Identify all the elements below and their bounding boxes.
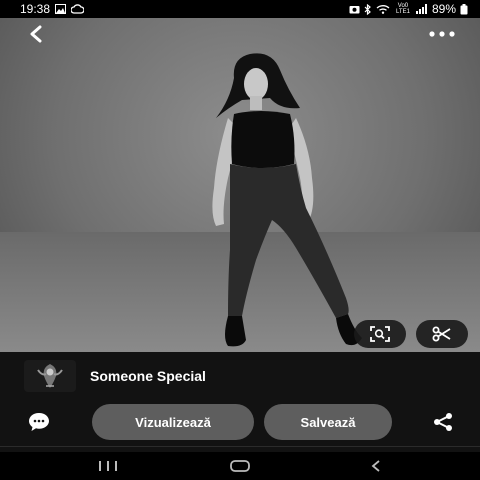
recent-apps-icon[interactable] bbox=[88, 456, 128, 476]
more-horizontal-icon[interactable] bbox=[426, 22, 458, 46]
system-nav-bar bbox=[0, 452, 480, 480]
avatar-logo bbox=[24, 360, 76, 392]
pin-photo[interactable] bbox=[0, 18, 480, 352]
top-bar bbox=[0, 18, 480, 50]
visual-search-icon bbox=[370, 326, 390, 342]
network-label: Vo0 LTE1 bbox=[396, 3, 410, 15]
status-left: 19:38 bbox=[20, 2, 85, 16]
image-icon bbox=[55, 4, 67, 14]
comment-icon[interactable] bbox=[24, 410, 54, 434]
home-icon[interactable] bbox=[220, 456, 260, 476]
cutout-button[interactable] bbox=[416, 320, 468, 348]
battery-icon bbox=[460, 3, 468, 15]
action-bar: Vizualizează Salvează bbox=[0, 404, 480, 440]
battery-percent: 89% bbox=[431, 2, 456, 16]
back-icon[interactable] bbox=[356, 456, 396, 476]
status-time: 19:38 bbox=[20, 2, 51, 16]
status-bar: 19:38 Vo0 LTE1 89% bbox=[0, 0, 480, 18]
cloud-icon bbox=[71, 4, 85, 14]
share-icon[interactable] bbox=[428, 410, 458, 434]
view-button[interactable]: Vizualizează bbox=[92, 404, 254, 440]
creator-row[interactable]: Someone Special bbox=[24, 360, 206, 392]
visual-search-button[interactable] bbox=[354, 320, 406, 348]
wifi-icon bbox=[376, 4, 390, 14]
creator-name[interactable]: Someone Special bbox=[90, 368, 206, 384]
bluetooth-icon bbox=[364, 3, 372, 15]
pin-details-panel: Someone Special Vizualizează Salvează bbox=[0, 352, 480, 452]
save-button[interactable]: Salvează bbox=[264, 404, 392, 440]
avatar[interactable] bbox=[24, 360, 76, 392]
camera-icon bbox=[349, 4, 360, 14]
model-figure bbox=[212, 53, 362, 347]
signal-icon bbox=[415, 4, 428, 14]
status-right: Vo0 LTE1 89% bbox=[349, 2, 468, 16]
scissors-icon bbox=[432, 326, 451, 342]
divider bbox=[0, 446, 480, 447]
chevron-left-icon[interactable] bbox=[22, 22, 50, 46]
